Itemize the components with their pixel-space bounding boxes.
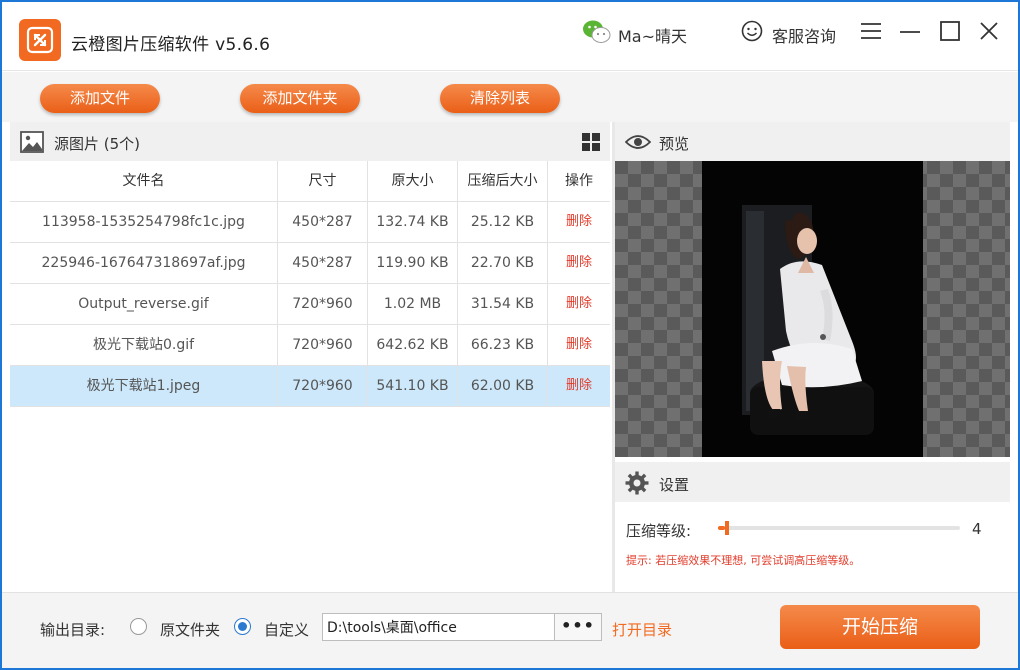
compressed-size-cell: 66.23 KB xyxy=(458,325,548,365)
original-size-cell: 132.74 KB xyxy=(368,202,458,242)
delete-button[interactable]: 删除 xyxy=(548,243,610,283)
browse-button[interactable]: ••• xyxy=(554,613,602,641)
preview-image xyxy=(702,161,923,457)
table-row[interactable]: 极光下载站1.jpeg 720*960 541.10 KB 62.00 KB 删除 xyxy=(10,366,610,407)
table-row[interactable]: 113958-1535254798fc1c.jpg 450*287 132.74 K… xyxy=(10,202,610,243)
output-path-input[interactable] xyxy=(322,613,554,641)
close-icon[interactable] xyxy=(978,20,1000,42)
custom-folder-label[interactable]: 自定义 xyxy=(264,619,309,640)
compressed-size-cell: 25.12 KB xyxy=(458,202,548,242)
support-link[interactable]: 客服咨询 xyxy=(772,23,836,47)
app-window: 云橙图片压缩软件 v5.6.6 Ma~晴天 客服咨询 添加文件 添加文件夹 清除… xyxy=(2,2,1018,668)
eye-icon xyxy=(625,135,651,149)
preview-panel-title: 预览 xyxy=(659,135,690,153)
app-logo-icon xyxy=(19,19,61,61)
customer-service-icon[interactable] xyxy=(741,20,763,42)
dimensions-cell: 720*960 xyxy=(278,284,368,324)
wechat-icon xyxy=(583,20,611,43)
column-header-action: 操作 xyxy=(565,173,593,189)
slider-thumb[interactable] xyxy=(725,521,730,535)
dimensions-cell: 720*960 xyxy=(278,366,368,406)
table-row[interactable]: 225946-167647318697af.jpg 450*287 119.90 K… xyxy=(10,243,610,284)
original-size-cell: 642.62 KB xyxy=(368,325,458,365)
file-name-cell: Output_reverse.gif xyxy=(10,284,278,324)
grid-view-icon[interactable] xyxy=(582,133,600,151)
column-header-original-size[interactable]: 原大小 xyxy=(368,161,458,201)
column-header-filename[interactable]: 文件名 xyxy=(10,161,278,201)
file-name-cell: 极光下载站0.gif xyxy=(10,325,278,365)
delete-button[interactable]: 删除 xyxy=(548,366,610,406)
add-folder-button[interactable]: 添加文件夹 xyxy=(240,84,360,113)
title-bar: 云橙图片压缩软件 v5.6.6 Ma~晴天 客服咨询 xyxy=(2,2,1018,71)
table-body: 113958-1535254798fc1c.jpg 450*287 132.74 K… xyxy=(10,202,610,407)
open-directory-link[interactable]: 打开目录 xyxy=(612,619,672,640)
dimensions-cell: 450*287 xyxy=(278,202,368,242)
original-size-cell: 1.02 MB xyxy=(368,284,458,324)
original-size-cell: 119.90 KB xyxy=(368,243,458,283)
compressed-size-cell: 31.54 KB xyxy=(458,284,548,324)
slider-fill xyxy=(718,526,726,530)
table-row[interactable]: 极光下载站0.gif 720*960 642.62 KB 66.23 KB 删除 xyxy=(10,325,610,366)
column-header-compressed-size[interactable]: 压缩后大小 xyxy=(458,161,548,201)
compressed-size-cell: 62.00 KB xyxy=(458,366,548,406)
delete-button[interactable]: 删除 xyxy=(548,284,610,324)
original-folder-radio[interactable] xyxy=(130,618,147,635)
add-files-button[interactable]: 添加文件 xyxy=(40,84,160,113)
delete-button[interactable]: 删除 xyxy=(548,202,610,242)
column-header-dimensions[interactable]: 尺寸 xyxy=(278,161,368,201)
compression-tip: 提示: 若压缩效果不理想, 可尝试调高压缩等级。 xyxy=(626,554,861,567)
table-header: 文件名 尺寸 原大小 压缩后大小 操作 xyxy=(10,161,610,202)
file-name-cell: 113958-1535254798fc1c.jpg xyxy=(10,202,278,242)
clear-list-button[interactable]: 清除列表 xyxy=(440,84,560,113)
preview-panel-header: 预览 xyxy=(615,122,1010,161)
custom-folder-radio[interactable] xyxy=(234,618,251,635)
image-icon xyxy=(20,131,44,153)
output-bar: 输出目录: 原文件夹 自定义 ••• 打开目录 开始压缩 xyxy=(2,592,1018,668)
dimensions-cell: 720*960 xyxy=(278,325,368,365)
compression-level-slider[interactable] xyxy=(718,521,960,535)
delete-button[interactable]: 删除 xyxy=(548,325,610,365)
settings-panel-header: 设置 xyxy=(615,462,1010,502)
file-name-cell: 225946-167647318697af.jpg xyxy=(10,243,278,283)
minimize-icon[interactable] xyxy=(899,20,921,42)
start-compression-button[interactable]: 开始压缩 xyxy=(780,605,980,649)
preview-area xyxy=(615,161,1010,457)
compression-level-value: 4 xyxy=(972,520,982,538)
toolbar: 添加文件 添加文件夹 清除列表 xyxy=(2,72,1018,122)
compression-level-label: 压缩等级: xyxy=(626,522,692,540)
table-row[interactable]: Output_reverse.gif 720*960 1.02 MB 31.54 KB… xyxy=(10,284,610,325)
original-folder-label[interactable]: 原文件夹 xyxy=(160,619,220,640)
gear-icon xyxy=(625,471,649,495)
dimensions-cell: 450*287 xyxy=(278,243,368,283)
source-panel-header: 源图片 (5个) xyxy=(10,122,610,161)
file-name-cell: 极光下载站1.jpeg xyxy=(10,366,278,406)
output-directory-label: 输出目录: xyxy=(40,621,106,639)
settings-panel-title: 设置 xyxy=(659,476,690,494)
compressed-size-cell: 22.70 KB xyxy=(458,243,548,283)
maximize-icon[interactable] xyxy=(939,20,961,42)
source-panel-title: 源图片 (5个) xyxy=(54,135,141,153)
user-name[interactable]: Ma~晴天 xyxy=(618,23,687,47)
app-title: 云橙图片压缩软件 v5.6.6 xyxy=(71,35,271,55)
preview-photo-illustration xyxy=(702,161,923,457)
original-size-cell: 541.10 KB xyxy=(368,366,458,406)
menu-icon[interactable] xyxy=(860,20,882,42)
file-table: 文件名 尺寸 原大小 压缩后大小 操作 113958-1535254798fc1… xyxy=(10,161,610,407)
